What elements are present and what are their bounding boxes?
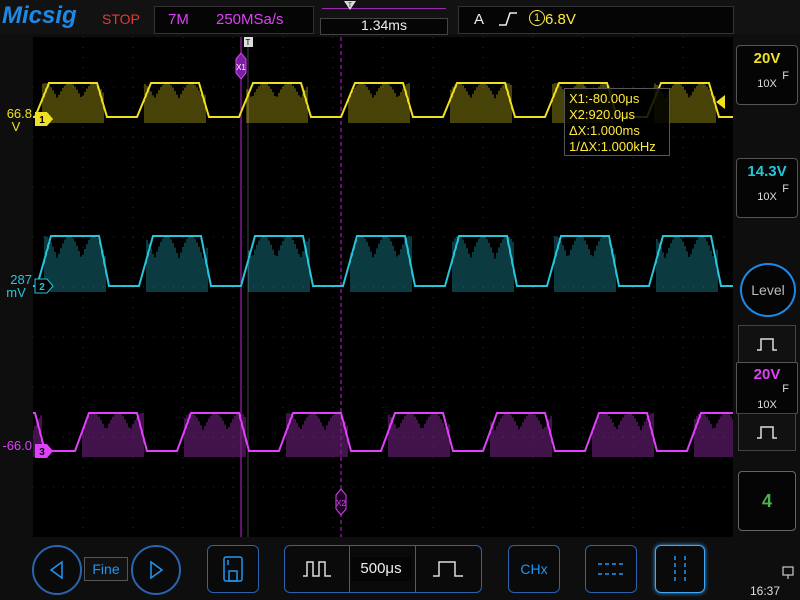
channel-4-button[interactable]: 4 <box>738 471 796 531</box>
ch3-trace <box>33 412 733 452</box>
ch3-probe: 10X <box>757 399 777 411</box>
save-icon <box>223 556 243 582</box>
pulse-icon <box>757 338 777 351</box>
trigger-marker-label: T <box>246 38 251 47</box>
ch3-marker-label: 3 <box>39 447 45 458</box>
pulse-up-button[interactable] <box>738 325 796 363</box>
timebase-decrease-icon <box>303 561 331 577</box>
channel-select-button[interactable]: CHx <box>508 545 560 593</box>
timebase-increase-icon <box>433 561 463 577</box>
usb-icon <box>782 566 794 579</box>
ch3-coupling: F <box>782 383 789 395</box>
trigger-level-marker <box>716 95 725 109</box>
cursor-delta-value: ΔX:1.000ms <box>569 123 640 138</box>
cursor-x2-value: X2:920.0μs <box>569 107 636 122</box>
ch1-settings-panel[interactable]: 20V F 10X <box>736 45 798 105</box>
arrow-right-icon <box>150 560 164 580</box>
scroll-right-button[interactable] <box>131 545 181 595</box>
brand-logo: Micsig <box>2 2 77 29</box>
ch2-marker-label: 2 <box>39 282 45 293</box>
trigger-channel-badge: 1 <box>529 10 545 26</box>
horizontal-cursors-icon <box>598 563 624 575</box>
divider <box>349 546 350 592</box>
level-button[interactable]: Level <box>740 263 796 317</box>
cursor-frequency-value: 1/ΔX:1.000kHz <box>569 139 656 154</box>
arrow-left-icon <box>49 560 63 580</box>
ch1-marker-label: 1 <box>39 115 45 126</box>
ch3-settings-panel[interactable]: 20V F 10X <box>736 362 798 414</box>
trigger-position-marker-icon: T <box>344 1 356 10</box>
cursor-x2-tag: X2 <box>336 499 346 508</box>
trigger-position-bar <box>322 8 446 9</box>
timebase-value: 500μs <box>351 557 411 581</box>
svg-text:T: T <box>348 3 352 9</box>
ch3-offset-label: -66.0 <box>2 438 32 453</box>
cursor-readout: X1:-80.00μs X2:920.0μs ΔX:1.000ms 1/ΔX:1… <box>564 88 670 156</box>
save-button[interactable] <box>207 545 259 593</box>
cursor-x1-tag: X1 <box>236 63 246 72</box>
ch1-scale: 20V <box>753 50 781 67</box>
clock: 16:37 <box>750 584 781 598</box>
trigger-source: A <box>474 11 485 28</box>
ch2-probe: 10X <box>757 191 777 203</box>
scroll-left-button[interactable] <box>32 545 82 595</box>
ch2-offset-label: 287 mV <box>6 272 32 300</box>
horizontal-cursor-button[interactable] <box>585 545 637 593</box>
sample-rate: 250MSa/s <box>216 11 284 28</box>
ch2-settings-panel[interactable]: 14.3V F 10X <box>736 158 798 218</box>
run-stop-status[interactable]: STOP <box>102 11 140 27</box>
cursor-x1-value: X1:-80.00μs <box>569 91 640 106</box>
ch2-scale: 14.3V <box>747 163 787 180</box>
ch3-scale: 20V <box>753 366 781 383</box>
trigger-time-position: 1.34ms <box>361 17 407 33</box>
ch1-probe: 10X <box>757 78 777 90</box>
pulse-down-button[interactable] <box>738 413 796 451</box>
trigger-level: 6.8V <box>545 11 576 28</box>
ch1-offset-label: 66.8 V <box>6 106 32 134</box>
divider <box>415 546 416 592</box>
vertical-cursors-icon <box>674 556 686 582</box>
vertical-cursor-button[interactable] <box>655 545 705 593</box>
rising-edge-icon <box>499 12 517 26</box>
memory-depth: 7M <box>168 11 189 28</box>
pulse-icon <box>757 426 777 439</box>
fine-toggle[interactable]: Fine <box>84 557 128 581</box>
